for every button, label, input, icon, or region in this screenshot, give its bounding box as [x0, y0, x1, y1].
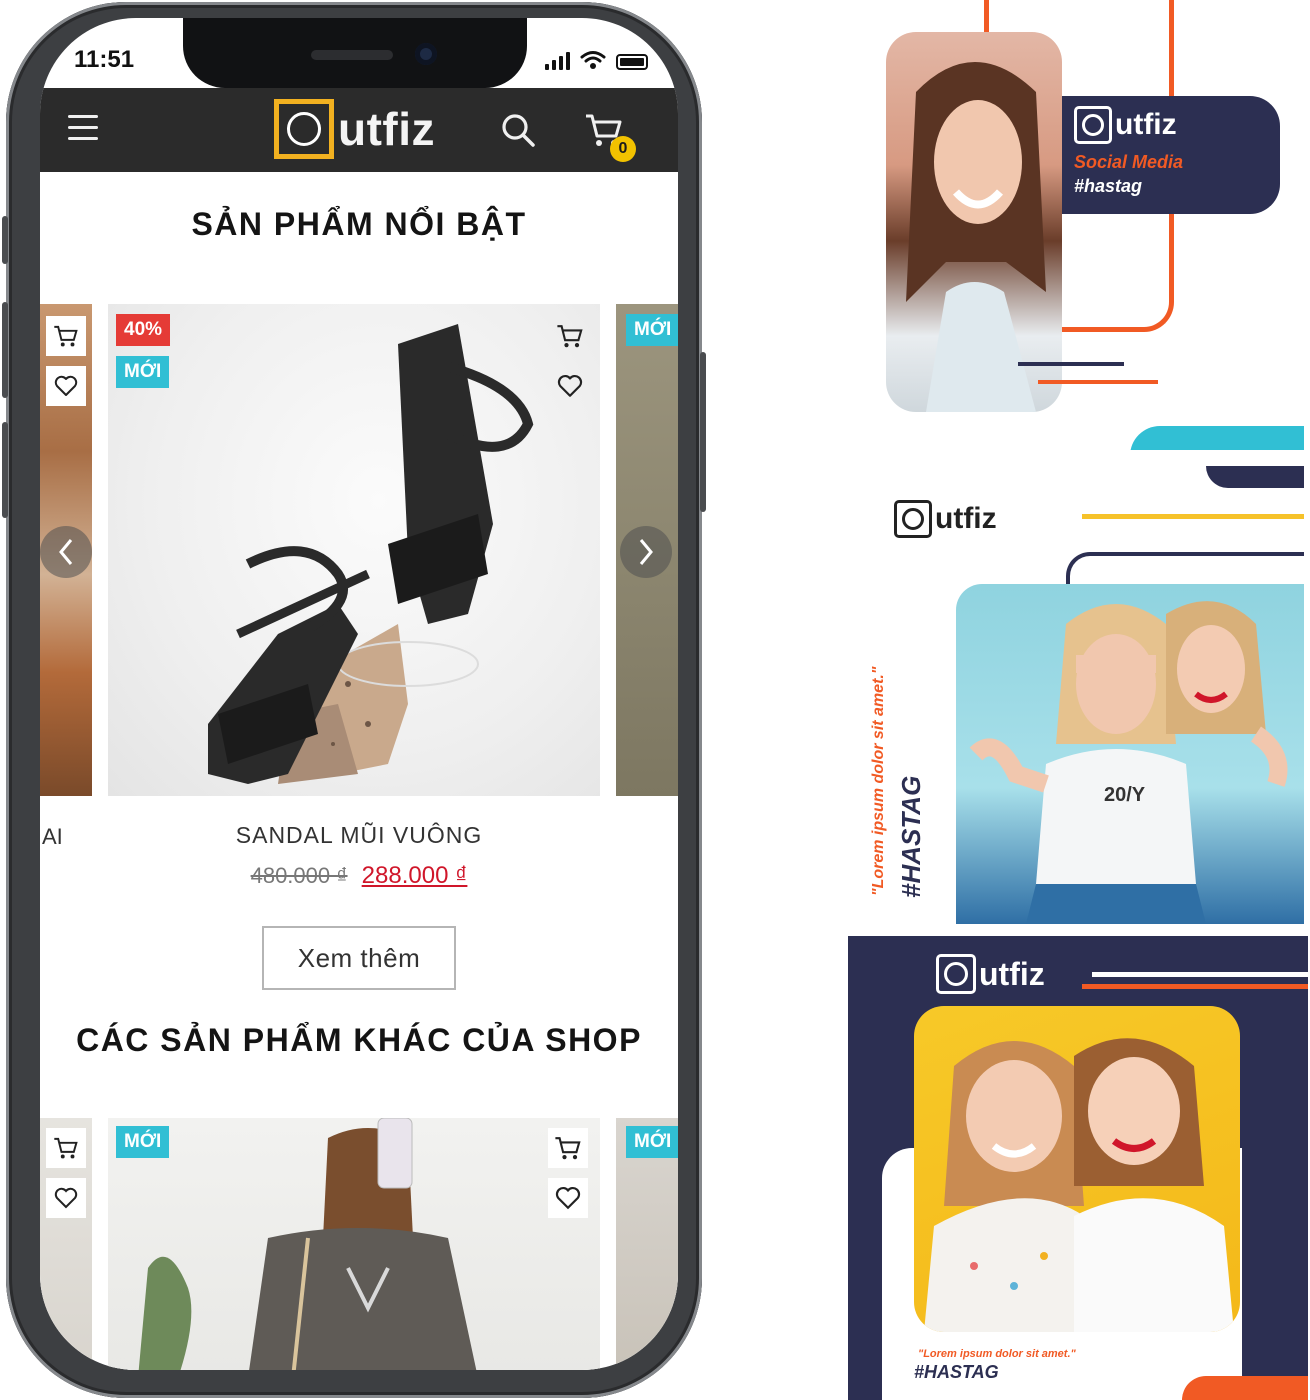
heart-icon	[555, 1186, 581, 1210]
wishlist-button[interactable]	[46, 1178, 86, 1218]
phone-frame: 11:51 utfiz 0 SẢN PHẨM NỔI BẬT AI 40% MỚ…	[2, 2, 706, 1398]
panel3-brand: utfiz	[979, 955, 1045, 992]
sandal-photo-icon	[208, 324, 534, 784]
panel3-logo: utfiz	[936, 954, 1045, 994]
add-to-cart-button[interactable]	[46, 316, 86, 356]
logo-mark-icon	[936, 954, 976, 994]
logo-mark-icon	[894, 500, 932, 538]
new-badge: MỚI	[626, 1126, 678, 1158]
panel2-hashtag: #HASTAG	[896, 775, 926, 898]
old-price: 480.000 ₫	[250, 863, 348, 888]
chevron-left-icon	[59, 539, 73, 565]
decor-white-line	[1092, 972, 1308, 977]
woman-smiling-photo	[886, 32, 1062, 412]
speaker-grille	[311, 50, 393, 60]
product-name[interactable]: SANDAL MŨI VUÔNG	[40, 822, 678, 849]
heart-icon	[557, 374, 583, 397]
signal-icon	[545, 52, 570, 70]
decor-orange-line	[1082, 984, 1308, 989]
friends-photo-icon	[969, 601, 1288, 924]
logo-mark-icon	[274, 99, 334, 159]
cart-icon	[555, 1137, 581, 1160]
cart-icon	[557, 325, 583, 348]
other-card-next[interactable]: MỚI	[616, 1118, 678, 1370]
add-to-cart-button[interactable]	[46, 1128, 86, 1168]
other-product-image	[108, 1118, 600, 1370]
panel3-quote: "Lorem ipsum dolor sit amet."	[918, 1348, 1076, 1360]
decor-orange-shape	[1182, 1376, 1308, 1400]
cart-icon	[54, 325, 78, 347]
panel1-logo: utfiz	[1074, 106, 1177, 144]
new-badge: MỚI	[626, 314, 678, 346]
view-more-button[interactable]: Xem thêm	[262, 926, 456, 990]
decor-line	[1038, 380, 1158, 384]
new-badge: MỚI	[116, 1126, 170, 1158]
cart-icon	[54, 1137, 78, 1159]
heart-icon	[54, 375, 78, 396]
new-badge: MỚI	[116, 356, 170, 388]
panel1-brand: utfiz	[1115, 108, 1177, 141]
volume-down-button	[2, 422, 8, 518]
featured-section-title: SẢN PHẨM NỔI BẬT	[191, 206, 527, 242]
menu-icon[interactable]	[68, 115, 98, 141]
promo-panel-social: utfiz Social Media #hastag	[848, 0, 1304, 450]
search-icon[interactable]	[500, 112, 536, 148]
panel2-logo: utfiz	[894, 500, 997, 538]
brand-card: utfiz Social Media #hastag	[1062, 96, 1280, 214]
panel2-quote: "Lorem ipsum dolor sit amet."	[870, 666, 887, 896]
shirt-print-text: 20/Y	[1104, 784, 1146, 806]
notch	[183, 18, 527, 88]
panel3-hashtag: #HASTAG	[914, 1362, 999, 1382]
status-icons	[545, 50, 648, 70]
decor-cyan-shape	[1130, 426, 1304, 450]
brand-name: utfiz	[338, 103, 436, 155]
discount-badge: 40%	[116, 314, 171, 346]
wifi-icon	[580, 51, 606, 69]
decor-yellow-line	[1082, 514, 1304, 519]
product-image	[108, 304, 600, 796]
portrait-photo-icon	[906, 62, 1046, 412]
chevron-right-icon	[639, 539, 653, 565]
add-to-cart-button[interactable]	[550, 316, 590, 356]
power-button	[700, 352, 706, 512]
decor-line	[1018, 362, 1124, 366]
logo-mark-icon	[1074, 106, 1112, 144]
friends-photo-icon	[924, 1038, 1234, 1332]
two-women-yellow-photo	[914, 1006, 1240, 1332]
front-camera	[415, 43, 437, 65]
decor-navy-shape	[1206, 466, 1304, 488]
carousel-next-button[interactable]	[620, 526, 672, 578]
other-products-section-title: CÁC SẢN PHẨM KHÁC CỦA SHOP	[76, 1022, 642, 1058]
panel1-line1: Social Media	[1074, 152, 1184, 172]
heart-icon	[54, 1187, 78, 1209]
promo-panel-hastag: utfiz 20/Y "Lorem ipsum dolor sit amet."…	[848, 466, 1304, 924]
panel2-brand: utfiz	[935, 502, 997, 535]
top-navbar: utfiz	[40, 88, 678, 172]
other-card-prev[interactable]	[40, 1118, 92, 1370]
wishlist-button[interactable]	[46, 366, 86, 406]
product-price: 480.000 ₫ 288.000 ₫	[40, 862, 678, 890]
battery-icon	[616, 54, 648, 70]
cart-count-badge: 0	[610, 136, 636, 162]
volume-up-button	[2, 302, 8, 398]
brand-logo[interactable]: utfiz	[274, 99, 435, 159]
add-to-cart-button[interactable]	[548, 1128, 588, 1168]
sale-price: 288.000 ₫	[361, 862, 468, 889]
product-card-featured[interactable]: 40% MỚI	[108, 304, 600, 796]
promo-panel-navy: utfiz "Lorem ipsum dolor sit amet." #HAS…	[848, 936, 1308, 1400]
carousel-prev-button[interactable]	[40, 526, 92, 578]
two-women-photo: 20/Y	[956, 584, 1304, 924]
wishlist-button[interactable]	[550, 366, 590, 406]
status-time: 11:51	[74, 46, 135, 73]
mute-switch	[2, 216, 8, 264]
status-bar: 11:51	[40, 18, 678, 90]
wishlist-button[interactable]	[548, 1178, 588, 1218]
other-card-main[interactable]: MỚI	[108, 1118, 600, 1370]
panel1-line2: #hastag	[1074, 176, 1143, 196]
phone-screen: 11:51 utfiz 0 SẢN PHẨM NỔI BẬT AI 40% MỚ…	[40, 18, 678, 1370]
model-photo-icon	[138, 1118, 477, 1370]
